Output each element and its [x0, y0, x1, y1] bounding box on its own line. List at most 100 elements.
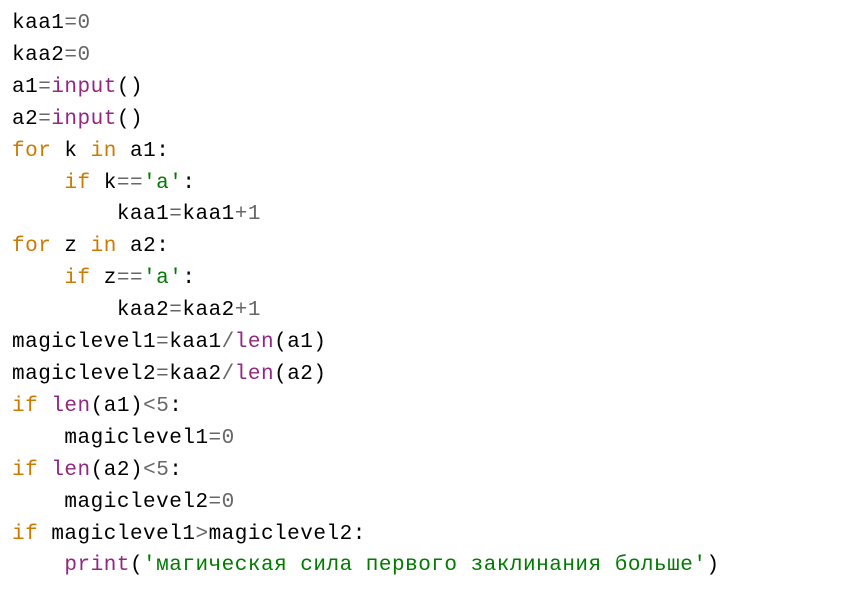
tok-sp [91, 172, 104, 195]
tok-colon: : [156, 140, 169, 163]
tok-colon: : [182, 267, 195, 290]
tok-op: = [209, 491, 222, 514]
tok-kw: if [64, 267, 90, 290]
tok-str: 'магическая сила первого заклинания боль… [143, 554, 706, 577]
tok-paren: ) [130, 459, 143, 482]
tok-op: = [38, 76, 51, 99]
tok-func: len [51, 459, 90, 482]
tok-str: 'a' [143, 267, 182, 290]
tok-paren: ) [130, 108, 143, 131]
tok-indent [12, 491, 64, 514]
tok-sp [38, 523, 51, 546]
tok-indent [12, 427, 64, 450]
tok-op: = [156, 363, 169, 386]
tok-op: < [143, 395, 156, 418]
tok-var: magiclevel1 [51, 523, 195, 546]
tok-sp [117, 140, 130, 163]
tok-paren: ) [706, 554, 719, 577]
tok-var: k [104, 172, 117, 195]
tok-indent [12, 554, 64, 577]
tok-kw: if [12, 459, 38, 482]
tok-var: a2 [12, 108, 38, 131]
code-line-4: a2=input() [12, 104, 844, 136]
tok-op: = [64, 44, 77, 67]
code-line-13: if len(a1)<5: [12, 391, 844, 423]
tok-paren: ( [130, 554, 143, 577]
tok-colon: : [169, 459, 182, 482]
tok-op: = [209, 427, 222, 450]
tok-colon: : [156, 235, 169, 258]
code-line-5: for k in a1: [12, 136, 844, 168]
tok-var: magiclevel2 [64, 491, 208, 514]
tok-num: 5 [156, 459, 169, 482]
tok-op: = [156, 331, 169, 354]
tok-paren: ( [274, 331, 287, 354]
tok-sp [78, 235, 91, 258]
tok-var: kaa2 [182, 299, 234, 322]
tok-num: 1 [248, 203, 261, 226]
code-line-3: a1=input() [12, 72, 844, 104]
tok-var: a2 [130, 235, 156, 258]
tok-kw: if [12, 523, 38, 546]
tok-var: magiclevel1 [64, 427, 208, 450]
tok-var: a1 [287, 331, 313, 354]
tok-num: 0 [78, 44, 91, 67]
tok-var: kaa2 [169, 363, 221, 386]
tok-indent [12, 267, 64, 290]
tok-kw: for [12, 235, 51, 258]
tok-var: z [104, 267, 117, 290]
tok-op: == [117, 267, 143, 290]
tok-var: a2 [287, 363, 313, 386]
tok-var: kaa2 [117, 299, 169, 322]
tok-func: len [51, 395, 90, 418]
tok-var: kaa1 [117, 203, 169, 226]
code-line-2: kaa2=0 [12, 40, 844, 72]
tok-sp [78, 140, 91, 163]
tok-var: a2 [104, 459, 130, 482]
tok-op: == [117, 172, 143, 195]
code-line-11: magiclevel1=kaa1/len(a1) [12, 327, 844, 359]
tok-paren: ) [130, 395, 143, 418]
tok-func: len [235, 331, 274, 354]
code-line-12: magiclevel2=kaa2/len(a2) [12, 359, 844, 391]
tok-colon: : [169, 395, 182, 418]
tok-indent [12, 172, 64, 195]
tok-colon: : [182, 172, 195, 195]
tok-sp [51, 140, 64, 163]
tok-op: / [222, 331, 235, 354]
tok-colon: : [353, 523, 366, 546]
tok-op: = [169, 203, 182, 226]
tok-paren: ) [313, 331, 326, 354]
code-line-7: kaa1=kaa1+1 [12, 199, 844, 231]
code-line-1: kaa1=0 [12, 8, 844, 40]
tok-var: magiclevel2 [209, 523, 353, 546]
tok-num: 1 [248, 299, 261, 322]
code-line-8: for z in a2: [12, 231, 844, 263]
tok-str: 'a' [143, 172, 182, 195]
tok-kw: for [12, 140, 51, 163]
tok-sp [117, 235, 130, 258]
tok-func: input [51, 76, 117, 99]
tok-sp [38, 459, 51, 482]
tok-kw: in [91, 235, 117, 258]
tok-paren: ( [91, 395, 104, 418]
tok-var: magiclevel1 [12, 331, 156, 354]
tok-var: kaa1 [169, 331, 221, 354]
tok-paren: ) [313, 363, 326, 386]
tok-indent [12, 203, 117, 226]
tok-op: = [64, 12, 77, 35]
tok-func: print [64, 554, 130, 577]
tok-op: < [143, 459, 156, 482]
code-line-14: magiclevel1=0 [12, 423, 844, 455]
tok-kw: in [91, 140, 117, 163]
tok-kw: if [12, 395, 38, 418]
tok-sp [51, 235, 64, 258]
tok-indent [12, 299, 117, 322]
tok-op: + [235, 203, 248, 226]
tok-var: magiclevel2 [12, 363, 156, 386]
tok-var: k [64, 140, 77, 163]
tok-var: a1 [104, 395, 130, 418]
tok-func: input [51, 108, 117, 131]
tok-var: kaa2 [12, 44, 64, 67]
tok-kw: if [64, 172, 90, 195]
